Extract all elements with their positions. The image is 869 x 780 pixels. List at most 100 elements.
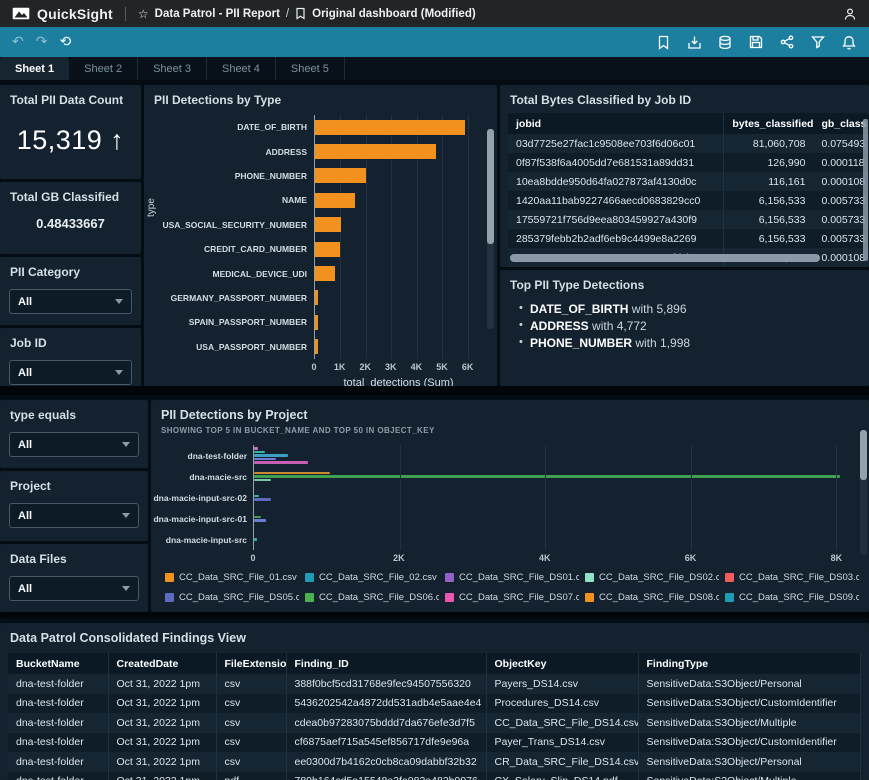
bar[interactable] [254, 519, 266, 522]
bar[interactable] [254, 447, 258, 450]
table-row[interactable]: 0f87f538f6a4005dd7e681531a89dd31 126,990 0… [508, 153, 869, 172]
project-dropdown[interactable]: All [9, 503, 139, 528]
tab-sheet-3[interactable]: Sheet 3 [138, 57, 207, 80]
bar[interactable] [315, 217, 342, 233]
bar[interactable] [315, 192, 356, 208]
export-icon[interactable] [686, 34, 702, 50]
table-cell: 116,161 [723, 172, 814, 191]
data-files-dropdown[interactable]: All [9, 576, 139, 601]
bar[interactable] [315, 314, 318, 330]
bar[interactable] [254, 494, 260, 497]
column-header[interactable]: bytes_classified [723, 113, 814, 134]
type-equals-dropdown[interactable]: All [9, 432, 139, 457]
bar[interactable] [254, 461, 308, 464]
table-row[interactable]: 1420aa11bab9227466aecd0683829cc0 6,156,53… [508, 191, 869, 210]
table-cell: dna-test-folder [8, 732, 109, 752]
horizontal-scrollbar[interactable] [510, 254, 820, 262]
breadcrumb-dashboard-name[interactable]: Original dashboard (Modified) [312, 8, 476, 20]
bar[interactable] [254, 498, 271, 501]
column-header[interactable]: CreatedDate [108, 653, 217, 674]
legend-item[interactable]: CC_Data_SRC_File_DS02.csv [585, 572, 719, 583]
dataset-icon[interactable] [717, 34, 733, 50]
table-row[interactable]: dna-test-folder Oct 31, 2022 1pm csv ee0300… [8, 752, 861, 772]
scrollbar-thumb[interactable] [860, 430, 867, 480]
bar[interactable] [254, 454, 289, 457]
column-header[interactable]: BucketName [8, 653, 109, 674]
bar-cluster [254, 445, 851, 466]
legend-item[interactable]: CC_Data_SRC_File_01.csv [165, 572, 299, 583]
column-header[interactable]: FindingType [638, 653, 861, 674]
tab-sheet-5[interactable]: Sheet 5 [276, 57, 345, 80]
bookmark-toolbar-icon[interactable] [655, 34, 671, 50]
bar[interactable] [254, 450, 265, 454]
tab-sheet-4[interactable]: Sheet 4 [207, 57, 276, 80]
bar[interactable] [254, 538, 258, 541]
table-row[interactable]: dna-test-folder Oct 31, 2022 1pm csv cdea0b… [8, 713, 861, 733]
filter-icon[interactable] [810, 34, 826, 50]
legend-item[interactable]: CC_Data_SRC_File_02.csv [305, 572, 439, 583]
bar[interactable] [254, 478, 272, 482]
bar[interactable] [254, 515, 261, 518]
legend-item[interactable]: CC_Data_SRC_File_DS03.csv [725, 572, 859, 583]
bar[interactable] [254, 471, 330, 475]
vertical-scrollbar[interactable] [860, 430, 867, 555]
bar[interactable] [315, 339, 318, 355]
filter-panel-pii-category: PII Category All [0, 257, 141, 325]
tab-sheet-2[interactable]: Sheet 2 [69, 57, 139, 80]
table-row[interactable]: 03d7725e27fac1c9508ee703f6d06c01 81,060,7… [508, 134, 869, 153]
legend-item[interactable]: CC_Data_SRC_File_DS09.csv [725, 592, 859, 603]
table-row[interactable]: dna-test-folder Oct 31, 2022 1pm csv 388f0b… [8, 674, 861, 694]
category-label: ADDRESS [265, 146, 307, 157]
bar[interactable] [315, 144, 437, 160]
bell-icon[interactable] [841, 34, 857, 50]
quicksight-logo[interactable]: QuickSight [12, 6, 113, 22]
job-id-dropdown[interactable]: All [9, 360, 132, 385]
legend-item[interactable]: CC_Data_SRC_File_DS07.csv [445, 592, 579, 603]
user-icon[interactable] [843, 7, 857, 21]
axis-tick-label: 3K [385, 361, 397, 372]
column-header[interactable]: FileExtension [216, 653, 287, 674]
chart-area: type DATE_OF_BIRTH ADDRESS PHONE_NUMBER NAM… [144, 109, 497, 386]
bar[interactable] [315, 241, 341, 257]
undo-icon[interactable]: ↶ [12, 34, 24, 50]
legend-item[interactable]: CC_Data_SRC_File_DS05.csv [165, 592, 299, 603]
table-row[interactable]: 17559721f756d9eea803459927a430f9 6,156,53… [508, 210, 869, 229]
category-label: dna-macie-input-src-01 [153, 513, 247, 524]
legend-label: CC_Data_SRC_File_DS05.csv [179, 592, 299, 603]
list-item: ADDRESS with 4,772 [519, 319, 869, 333]
column-header[interactable]: Finding_ID [286, 653, 487, 674]
redo-icon[interactable]: ↷ [36, 34, 48, 50]
bar[interactable] [315, 290, 319, 306]
table-row[interactable]: dna-test-folderOct 31, 2022 1pmpdf789b16… [8, 771, 861, 780]
legend-item[interactable]: CC_Data_SRC_File_DS08.csv [585, 592, 719, 603]
legend-label: CC_Data_SRC_File_DS02.csv [599, 572, 719, 583]
column-header[interactable]: gb_class [813, 113, 869, 134]
section-top: Total PII Data Count 15,319 ↑ Total GB C… [0, 80, 869, 386]
legend-label: CC_Data_SRC_File_DS07.csv [459, 592, 579, 603]
pii-category-dropdown[interactable]: All [9, 289, 132, 314]
share-icon[interactable] [779, 34, 795, 50]
vertical-scrollbar[interactable] [863, 119, 868, 261]
reset-icon[interactable]: ⟲ [59, 34, 71, 50]
bar[interactable] [315, 266, 335, 282]
tab-sheet-1[interactable]: Sheet 1 [0, 57, 70, 80]
column-header[interactable]: jobid [508, 113, 725, 134]
bar[interactable] [315, 119, 466, 135]
bar[interactable] [254, 475, 841, 478]
table-row[interactable]: 10ea8bdde950d64fa027873af4130d0c 116,161 0… [508, 172, 869, 191]
scrollbar-thumb[interactable] [487, 129, 494, 244]
legend-item[interactable]: CC_Data_SRC_File_DS01.csv [445, 572, 579, 583]
table-row[interactable]: dna-test-folder Oct 31, 2022 1pm csv cf6875… [8, 732, 861, 752]
breadcrumb-report-name[interactable]: Data Patrol - PII Report [155, 8, 280, 20]
star-icon[interactable]: ☆ [138, 7, 149, 21]
kpi-total-pii-data-count: Total PII Data Count 15,319 ↑ [0, 85, 141, 179]
save-icon[interactable] [748, 34, 764, 50]
table-row[interactable]: dna-test-folder Oct 31, 2022 1pm csv 543620… [8, 693, 861, 713]
bar[interactable] [315, 168, 366, 184]
column-header[interactable]: ObjectKey [486, 653, 639, 674]
table-row[interactable]: 285379febb2b2adf6eb9c4499e8a2269 6,156,53… [508, 229, 869, 248]
vertical-scrollbar[interactable] [487, 129, 494, 329]
bar[interactable] [254, 457, 276, 461]
legend-item[interactable]: CC_Data_SRC_File_DS06.csv [305, 592, 439, 603]
chevron-down-icon [122, 586, 130, 591]
